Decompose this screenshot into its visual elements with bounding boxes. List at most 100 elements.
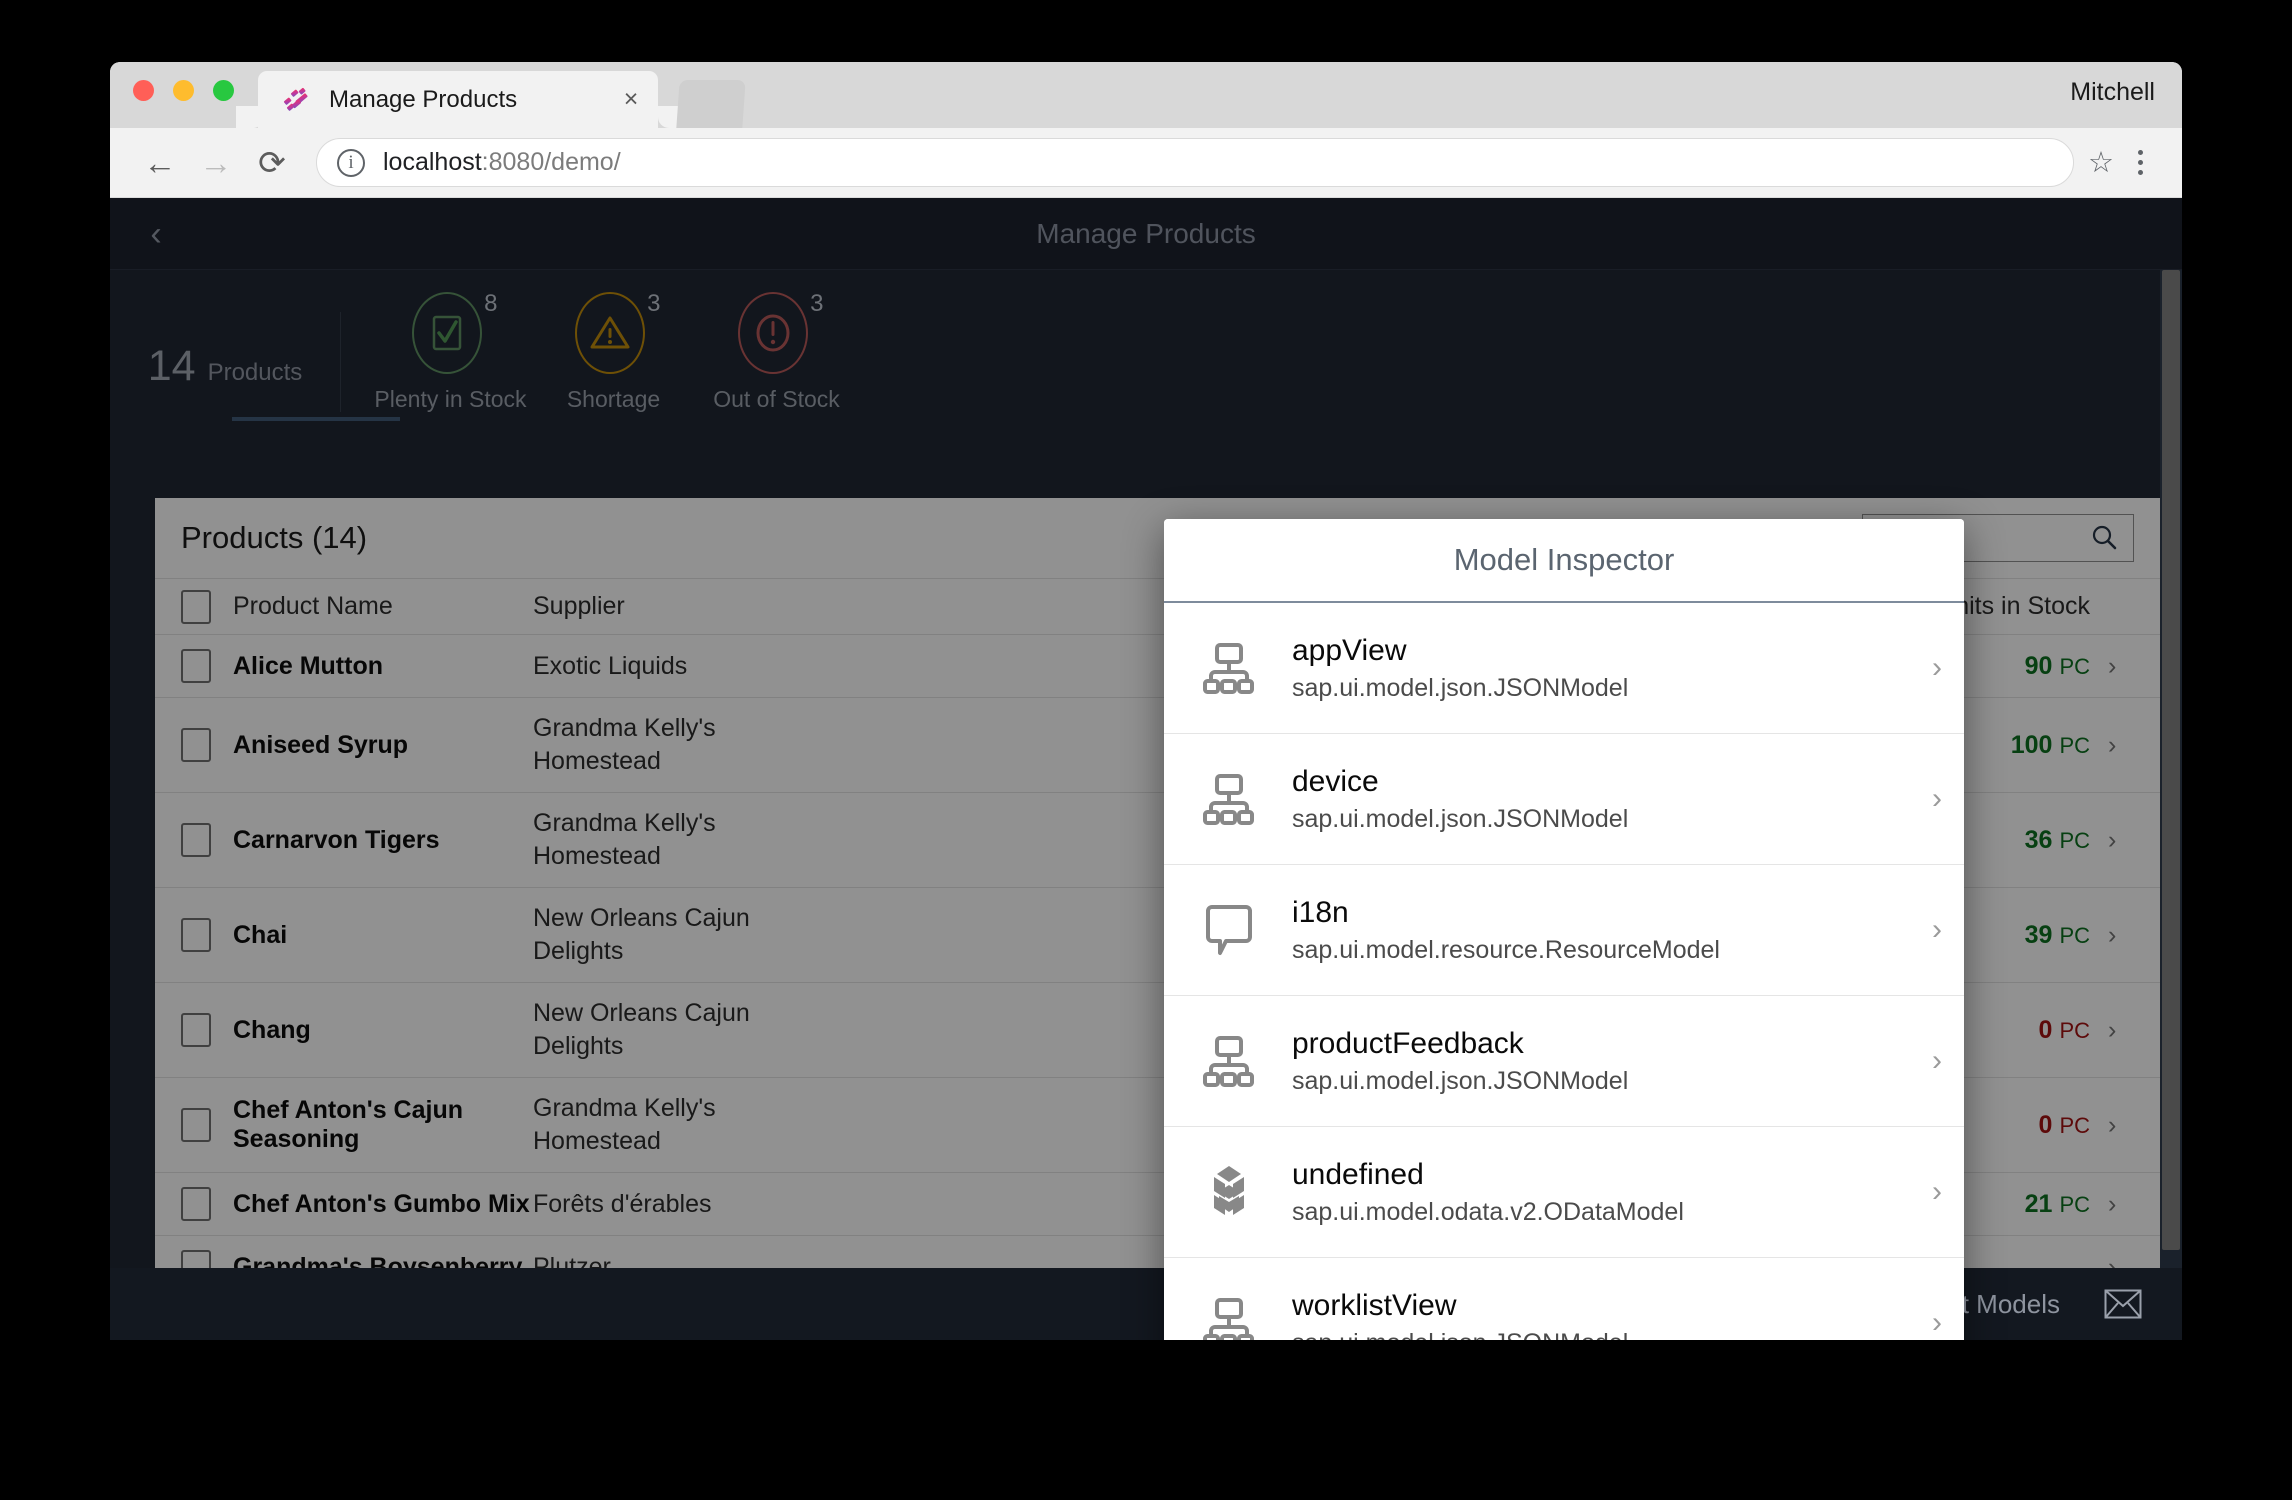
row-navigate-icon[interactable]: › [2108,983,2160,1078]
search-icon[interactable] [2089,523,2119,553]
model-name: device [1292,764,1932,801]
tab-favicon-icon [282,86,310,114]
row-navigate-icon[interactable]: › [2108,1173,2160,1236]
chevron-right-icon[interactable]: › [1932,782,1942,816]
row-navigate-icon[interactable]: › [2108,1236,2160,1269]
units-value: 90 [2025,652,2053,680]
new-tab-button[interactable] [676,80,745,128]
column-header-supplier[interactable]: Supplier [533,579,833,635]
row-checkbox[interactable] [181,1250,211,1268]
address-bar[interactable]: i localhost:8080/demo/ [316,138,2074,187]
model-list-item[interactable]: productFeedbacksap.ui.model.json.JSONMod… [1164,996,1964,1127]
page-scrollbar[interactable] [2160,270,2182,1340]
row-checkbox-cell[interactable] [155,888,233,983]
units-unit: PC [2059,1113,2090,1138]
chevron-right-icon[interactable]: › [1932,1175,1942,1209]
model-item-text: devicesap.ui.model.json.JSONModel [1292,764,1932,835]
model-list-item[interactable]: i18n sap.ui.model.resource.ResourceModel› [1164,865,1964,996]
model-list-item[interactable]: devicesap.ui.model.json.JSONModel› [1164,734,1964,865]
units-unit: PC [2059,733,2090,758]
bookmark-star-icon[interactable]: ☆ [2088,145,2114,180]
row-checkbox-cell[interactable] [155,1078,233,1173]
browser-tab[interactable]: Manage Products × [258,71,658,128]
speech-bubble-icon [1198,899,1260,961]
model-list-item[interactable]: appViewsap.ui.model.json.JSONModel› [1164,603,1964,734]
row-checkbox[interactable] [181,918,211,952]
cell-product-name: Alice Mutton [233,635,533,698]
row-checkbox-cell[interactable] [155,983,233,1078]
tab-close-icon[interactable]: × [618,87,644,113]
envelope-icon[interactable] [2104,1289,2142,1319]
row-checkbox-cell[interactable] [155,1236,233,1269]
select-all-checkbox[interactable] [181,590,211,624]
row-checkbox[interactable] [181,1108,211,1142]
browser-tab-strip: Manage Products × Mitchell [110,62,2182,128]
cell-product-name: Chai [233,888,533,983]
tab-title: Manage Products [329,86,618,114]
browser-profile-name[interactable]: Mitchell [2070,78,2155,107]
product-count: 14 Products [110,292,340,391]
units-value: 21 [2025,1190,2053,1218]
site-info-icon[interactable]: i [337,149,365,177]
model-class: sap.ui.model.json.JSONModel [1292,674,1932,703]
dialog-header: Model Inspector [1164,519,1964,603]
row-navigate-icon[interactable]: › [2108,635,2160,698]
row-navigate-icon[interactable]: › [2108,888,2160,983]
browser-toolbar: ← → ⟳ i localhost:8080/demo/ ☆ [110,128,2182,198]
model-name: i18n [1292,895,1932,932]
close-window-button[interactable] [133,80,154,101]
select-all-checkbox-cell[interactable] [155,579,233,635]
kpi-tile-shortage[interactable]: 3 Shortage [532,292,695,413]
cell-product-name: Chef Anton's Gumbo Mix [233,1173,533,1236]
minimize-window-button[interactable] [173,80,194,101]
model-list-item[interactable]: worklistViewsap.ui.model.json.JSONModel› [1164,1258,1964,1340]
hierarchy-icon [1198,1030,1260,1092]
kpi-tile-out-of-stock[interactable]: 3 Out of Stock [695,292,858,413]
row-checkbox[interactable] [181,1187,211,1221]
row-navigate-icon[interactable]: › [2108,1078,2160,1173]
url-text: localhost:8080/demo/ [383,148,621,177]
dialog-title: Model Inspector [1454,542,1675,578]
chevron-right-icon[interactable]: › [1932,1306,1942,1340]
row-checkbox[interactable] [181,1013,211,1047]
model-class: sap.ui.model.odata.v2.ODataModel [1292,1198,1932,1227]
cell-supplier: New Orleans Cajun Delights [533,983,833,1078]
row-checkbox[interactable] [181,649,211,683]
forward-button[interactable]: → [188,135,244,191]
row-checkbox-cell[interactable] [155,1173,233,1236]
cell-product-name: Chef Anton's Cajun Seasoning [233,1078,533,1173]
row-checkbox-cell[interactable] [155,698,233,793]
row-navigate-icon[interactable]: › [2108,698,2160,793]
model-item-text: productFeedbacksap.ui.model.json.JSONMod… [1292,1026,1932,1097]
model-name: undefined [1292,1157,1932,1194]
browser-window: Manage Products × Mitchell ← → ⟳ i local… [110,62,2182,1340]
page-scrollbar-thumb[interactable] [2162,270,2180,1250]
chevron-right-icon[interactable]: › [1932,1044,1942,1078]
chevron-right-icon[interactable]: › [1932,651,1942,685]
units-value: 0 [2039,1016,2053,1044]
kpi-active-underline [232,417,400,421]
column-header-product-name[interactable]: Product Name [233,579,533,635]
units-unit: PC [2059,1192,2090,1217]
cube-icon [1198,1161,1260,1223]
model-class: sap.ui.model.resource.ResourceModel [1292,936,1932,965]
cell-supplier: New Orleans Cajun Delights [533,888,833,983]
maximize-window-button[interactable] [213,80,234,101]
reload-button[interactable]: ⟳ [244,135,300,191]
row-checkbox-cell[interactable] [155,635,233,698]
kpi-icon-wrap: 3 [569,292,659,378]
model-name: worklistView [1292,1288,1932,1325]
model-list-item[interactable]: undefined sap.ui.model.odata.v2.ODataMode… [1164,1127,1964,1258]
units-unit: PC [2059,654,2090,679]
browser-menu-icon[interactable] [2120,150,2160,175]
kpi-tile-plenty-in-stock[interactable]: 8 Plenty in Stock [369,292,532,413]
row-navigate-icon[interactable]: › [2108,793,2160,888]
row-checkbox[interactable] [181,823,211,857]
back-button[interactable]: ← [132,135,188,191]
row-checkbox-cell[interactable] [155,793,233,888]
row-checkbox[interactable] [181,728,211,762]
cell-product-name: Aniseed Syrup [233,698,533,793]
chevron-right-icon[interactable]: › [1932,913,1942,947]
kpi-icon-wrap: 3 [732,292,822,378]
kpi-badge: 3 [810,290,823,318]
